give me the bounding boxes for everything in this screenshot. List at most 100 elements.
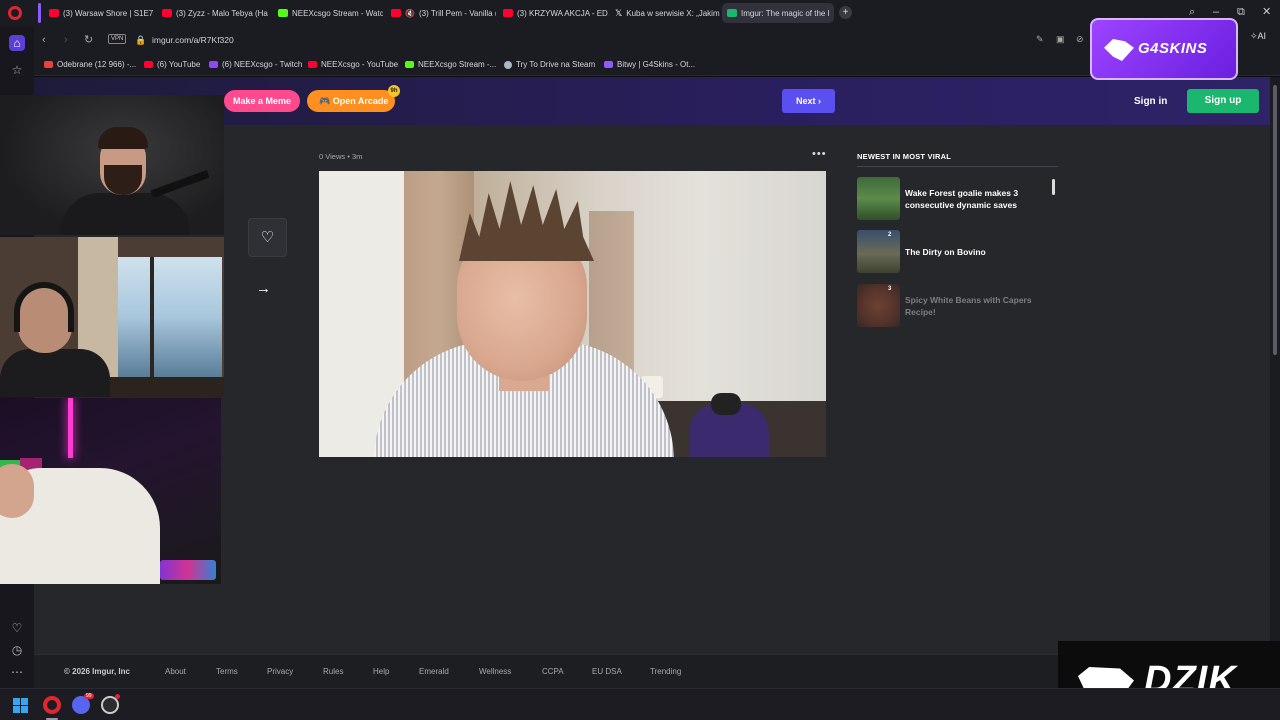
next-label: Next (795, 96, 816, 106)
footer-link-emerald[interactable]: Emerald (419, 667, 449, 676)
page-scrollbar[interactable] (1270, 77, 1280, 688)
star-icon[interactable]: ☆ (9, 62, 25, 78)
bookmark-label: Bitwy | G4Skins - Ot... (617, 60, 696, 69)
open-arcade-label: Open Arcade (332, 96, 389, 106)
viral-item[interactable]: 2 The Dirty on Bovino (857, 230, 1057, 274)
aria-ai-button[interactable]: ✧AI (1250, 31, 1266, 42)
viral-item[interactable]: 3 Spicy White Beans with Capers Recipe! (857, 284, 1057, 328)
footer-link-rules[interactable]: Rules (323, 667, 343, 676)
vpn-badge[interactable]: VPN (108, 34, 127, 44)
footer-link-privacy[interactable]: Privacy (267, 667, 293, 676)
view-count: 0 Views (319, 152, 346, 161)
tab-label: (3) Warsaw Shore | S1E7 ( (63, 8, 156, 18)
bookmark-g4skins[interactable]: Bitwy | G4Skins - Ot... (604, 60, 695, 69)
next-button[interactable]: Next › (782, 89, 835, 113)
share-button[interactable]: → (256, 280, 271, 297)
bookmark-label: NEEXcsgo - YouTube (321, 60, 399, 69)
g4skins-sponsor-overlay: G4SKINS (1090, 18, 1238, 80)
microphone-arm (150, 169, 210, 199)
heart-icon: ♡ (260, 229, 275, 246)
restore-icon[interactable]: ⧉ (1237, 6, 1245, 18)
discord-notification-badge: 99 (84, 693, 94, 699)
close-window-icon[interactable]: ✕ (1262, 6, 1271, 18)
new-tab-button[interactable]: + (839, 6, 852, 19)
tab-krzywa-akcja[interactable]: (3) KRZYWA AKCJA - EDU (498, 3, 608, 23)
back-icon[interactable]: ‹ (42, 34, 46, 46)
bookmark-label: (6) YouTube (157, 60, 201, 69)
tab-marker (38, 3, 41, 23)
tab-label: NEEXcsgo Stream - Watch (292, 8, 383, 18)
bookmark-neex-youtube[interactable]: NEEXcsgo - YouTube (308, 60, 398, 69)
bookmark-neex-kick[interactable]: NEEXcsgo Stream -... (405, 60, 496, 69)
youtube-icon (144, 61, 153, 68)
kick-icon (405, 61, 414, 68)
opera-taskbar-icon[interactable] (43, 696, 61, 714)
youtube-icon (162, 9, 172, 17)
tab-imgur[interactable]: Imgur: The magic of the I (722, 3, 834, 23)
url-field[interactable]: imgur.com/a/R7Kf320 (152, 35, 234, 45)
make-meme-button[interactable]: Make a Meme (224, 90, 300, 112)
post-image[interactable] (319, 171, 826, 457)
minimize-icon[interactable]: – (1213, 6, 1219, 18)
adblock-icon[interactable]: ⊘ (1076, 34, 1084, 45)
home-icon[interactable]: ⌂ (9, 35, 25, 51)
windows-taskbar: 99 (0, 688, 1280, 720)
footer-link-about[interactable]: About (165, 667, 186, 676)
footer-link-eu-dsa[interactable]: EU DSA (592, 667, 622, 676)
footer-link-terms[interactable]: Terms (216, 667, 238, 676)
x-logo-icon: 𝕏 (615, 7, 623, 18)
footer-link-wellness[interactable]: Wellness (479, 667, 511, 676)
webcam-person-body (0, 349, 110, 397)
footer-link-trending[interactable]: Trending (650, 667, 681, 676)
g4skins-logo-icon (1104, 39, 1134, 61)
scrollbar-thumb[interactable] (1273, 85, 1277, 355)
viral-rank: 2 (888, 232, 892, 238)
kick-icon (278, 9, 288, 17)
viral-thumbnail (857, 230, 900, 273)
muted-speaker-icon[interactable]: 🔇 (405, 9, 415, 18)
camera-icon[interactable]: ▣ (1056, 34, 1065, 45)
sign-up-button[interactable]: Sign up (1187, 89, 1259, 113)
arcade-badge: 9h (388, 85, 400, 97)
viral-thumbnail (857, 177, 900, 220)
photo-person-hair (459, 181, 594, 261)
search-tabs-icon[interactable]: ⌕ (1189, 6, 1195, 18)
more-icon[interactable]: ⋯ (9, 664, 25, 680)
reload-icon[interactable]: ↻ (84, 34, 93, 46)
bookmark-steam[interactable]: Try To Drive na Steam (504, 60, 595, 69)
forward-icon[interactable]: › (64, 34, 68, 46)
history-icon[interactable]: ◷ (9, 642, 25, 658)
edit-icon[interactable]: ✎ (1036, 34, 1044, 45)
bookmark-youtube[interactable]: (6) YouTube (144, 60, 200, 69)
ai-label: AI (1257, 31, 1267, 41)
tab-warsaw-shore[interactable]: (3) Warsaw Shore | S1E7 ( (44, 3, 156, 23)
bookmark-gmail[interactable]: Odebrane (12 966) -... (44, 60, 136, 69)
chevron-right-icon: › (818, 96, 822, 106)
bookmark-label: Odebrane (12 966) -... (57, 60, 137, 69)
favorite-button[interactable]: ♡ (248, 218, 287, 257)
windows-start-icon[interactable] (13, 698, 28, 713)
lock-icon[interactable]: 🔒 (135, 34, 146, 46)
open-arcade-button[interactable]: 🎮 Open Arcade (307, 90, 395, 112)
bookmark-twitch[interactable]: (6) NEEXcsgo - Twitch (209, 60, 302, 69)
tab-zyzz[interactable]: (3) Zyzz - Malo Tebya (Ha (157, 3, 269, 23)
tab-label: Imgur: The magic of the I (741, 8, 830, 18)
sign-in-link[interactable]: Sign in (1134, 96, 1167, 107)
bookmark-label: Try To Drive na Steam (516, 60, 596, 69)
viral-item[interactable]: Wake Forest goalie makes 3 consecutive d… (857, 177, 1057, 221)
viral-section-title: NEWEST IN MOST VIRAL (857, 152, 951, 161)
footer-link-help[interactable]: Help (373, 667, 389, 676)
g4skins-wordmark: G4SKINS (1138, 40, 1208, 57)
opera-logo-icon[interactable] (8, 6, 22, 20)
tab-kuba-x[interactable]: 𝕏 Kuba w serwisie X: „Jakim (610, 3, 720, 23)
tab-trill-pem[interactable]: 🔇 (3) Trill Pem - Vanilla ( (386, 3, 496, 23)
photo-background-person-head (711, 393, 741, 415)
post-meta: 0 Views • 3m (319, 152, 362, 161)
post-options-button[interactable]: ••• (812, 148, 827, 160)
tab-neexcsgo-kick[interactable]: NEEXcsgo Stream - Watch (273, 3, 383, 23)
imgur-icon (727, 9, 737, 17)
heart-icon[interactable]: ♡ (9, 620, 25, 636)
gmail-icon (44, 61, 53, 68)
webcam-person-head (0, 464, 34, 518)
footer-link-ccpa[interactable]: CCPA (542, 667, 564, 676)
